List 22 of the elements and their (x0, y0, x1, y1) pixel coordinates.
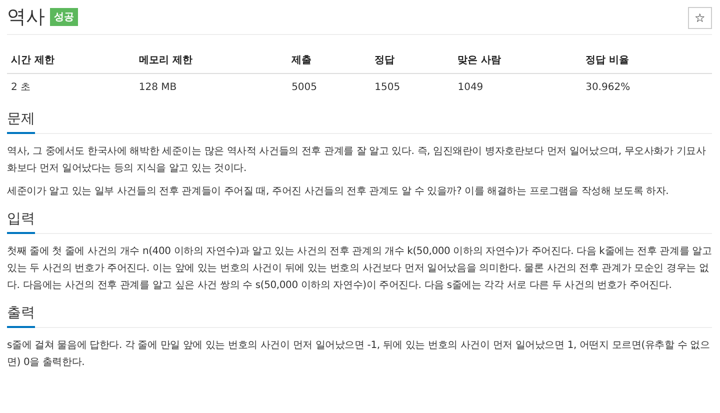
column-header: 정답 (370, 47, 454, 74)
section-heading: 문제 (7, 110, 35, 134)
table-cell: 1505 (370, 74, 454, 100)
table-cell: 5005 (288, 74, 371, 100)
column-header: 맞은 사람 (454, 47, 582, 74)
paragraph: 역사, 그 중에서도 한국사에 해박한 세준이는 많은 역사적 사건들의 전후 관계를 잘 알고 있다. 즉, 임진왜란이 병자호란보다 먼저 일어났으며, 무오사화가 기묘사화보다 먼저 일어났다는 등의 지식을 알고 있는 것이다. (7, 145, 707, 176)
section-heading: 출력 (7, 304, 35, 328)
section-heading: 입력 (7, 210, 35, 234)
table-cell: 2 초 (7, 74, 135, 100)
table-cell: 30.962% (582, 74, 712, 100)
column-header: 메모리 제한 (134, 47, 288, 74)
table-cell: 128 MB (134, 74, 288, 100)
status-badge: 성공 (50, 8, 78, 26)
column-header: 제출 (288, 47, 371, 74)
column-header: 시간 제한 (7, 47, 135, 74)
paragraph: 첫째 줄에 첫 줄에 사건의 개수 n(400 이하의 자연수)과 알고 있는 사건의 전후 관계의 개수 k(50,000 이하의 자연수)가 주어진다. 다음 k줄에는 전후 관계를 알고 있는 두 사건의 번호가 주어진다. 이는 앞에 있는 번호의 사건이 뒤에 있는 번호의 사건보다 먼저 일어났음을 의미한다. 물론 사건의 전후 관계가 모순인 경우는 없다. 다음에는 사건의 전후 관계를 알고 싶은 사건 쌍의 수 s(50,000 이하의 자연수)이 주어진다. 다음 s줄에는 각각 서로 다른 두 사건의 번호가 주어진다. (7, 245, 712, 293)
column-header: 정답 비율 (582, 47, 712, 74)
paragraph: s줄에 걸쳐 물음에 답한다. 각 줄에 만일 앞에 있는 번호의 사건이 먼저 일어났으면 -1, 뒤에 있는 번호의 사건이 먼저 일어났으면 1, 어떤지 모르면(유추할 수 없으면) 0을 출력한다. (7, 339, 711, 370)
star-button[interactable]: ☆ (688, 7, 712, 29)
table-cell: 1049 (454, 74, 582, 100)
problem-title: 역사 (7, 5, 45, 30)
paragraph: 세준이가 알고 있는 일부 사건들의 전후 관계들이 주어질 때, 주어진 사건들의 전후 관계도 알 수 있을까? 이를 해결하는 프로그램을 작성해 보도록 하자. (7, 185, 670, 199)
